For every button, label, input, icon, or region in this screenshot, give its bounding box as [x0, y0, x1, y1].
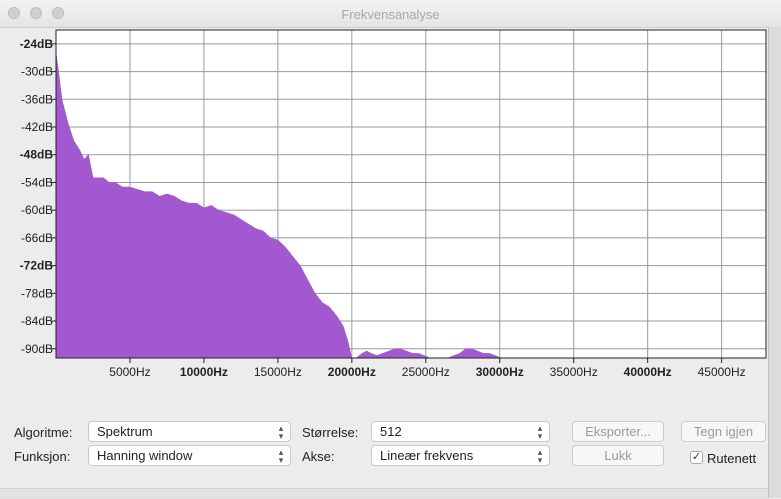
select-arrows-icon: ▴ ▾ [537, 447, 543, 465]
replot-button[interactable]: Tegn igjen [681, 421, 766, 442]
axis-select[interactable]: Lineær frekvens ▴ ▾ [371, 445, 550, 466]
axis-label: Akse: [302, 449, 335, 464]
function-label: Funksjon: [14, 449, 71, 464]
y-tick-label: -30dB [21, 65, 53, 79]
export-button[interactable]: Eksporter... [572, 421, 664, 442]
y-tick-label: -54dB [21, 175, 53, 189]
x-tick-label: 15000Hz [254, 365, 302, 379]
y-axis: -24dB -30dB -36dB -42dB -48dB -54dB -60dB -66dB… [20, 37, 56, 356]
x-tick-label: 30000Hz [476, 365, 524, 379]
function-select[interactable]: Hanning window ▴ ▾ [88, 445, 291, 466]
axis-value: Lineær frekvens [380, 448, 474, 463]
y-tick-label: -72dB [20, 259, 54, 273]
function-value: Hanning window [97, 448, 193, 463]
y-tick-label: -66dB [21, 231, 53, 245]
spectrum-plot: -24dB -30dB -36dB -42dB -48dB -54dB -60dB -66dB… [20, 29, 767, 379]
size-value: 512 [380, 424, 402, 439]
size-label: Størrelse: [302, 425, 359, 440]
y-tick-label: -24dB [20, 37, 54, 51]
x-tick-label: 25000Hz [402, 365, 450, 379]
x-tick-label: 10000Hz [180, 365, 228, 379]
background-window-edge [768, 27, 781, 498]
grid-checkbox[interactable]: ✓ [690, 451, 703, 464]
y-tick-label: -60dB [21, 203, 53, 217]
x-tick-label: 5000Hz [109, 365, 150, 379]
x-axis: 5000Hz 10000Hz 15000Hz 20000Hz 25000Hz 30000H… [109, 358, 746, 379]
background-window-strip-bottom [0, 488, 768, 499]
y-tick-label: -42dB [21, 120, 53, 134]
spectrum-chart: -24dB -30dB -36dB -42dB -48dB -54dB -60dB -66dB… [0, 27, 768, 387]
x-tick-label: 20000Hz [328, 365, 376, 379]
size-select[interactable]: 512 ▴ ▾ [371, 421, 550, 442]
y-tick-label: -78dB [21, 286, 53, 300]
select-arrows-icon: ▴ ▾ [278, 423, 284, 441]
select-arrows-icon: ▴ ▾ [278, 447, 284, 465]
grid-checkbox-label: Rutenett [707, 451, 757, 466]
x-tick-label: 35000Hz [550, 365, 598, 379]
window-title: Frekvensanalyse [341, 7, 440, 22]
y-tick-label: -36dB [21, 92, 53, 106]
x-tick-label: 45000Hz [698, 365, 746, 379]
y-tick-label: -48dB [20, 148, 54, 162]
algorithm-select[interactable]: Spektrum ▴ ▾ [88, 421, 291, 442]
select-arrows-icon: ▴ ▾ [537, 423, 543, 441]
window-titlebar: Frekvensanalyse [0, 0, 781, 28]
algorithm-label: Algoritme: [14, 425, 73, 440]
close-button[interactable]: Lukk [572, 445, 664, 466]
y-tick-label: -90dB [21, 342, 53, 356]
algorithm-value: Spektrum [97, 424, 153, 439]
x-tick-label: 40000Hz [624, 365, 672, 379]
checkmark-icon: ✓ [691, 451, 702, 463]
y-tick-label: -84dB [21, 314, 53, 328]
